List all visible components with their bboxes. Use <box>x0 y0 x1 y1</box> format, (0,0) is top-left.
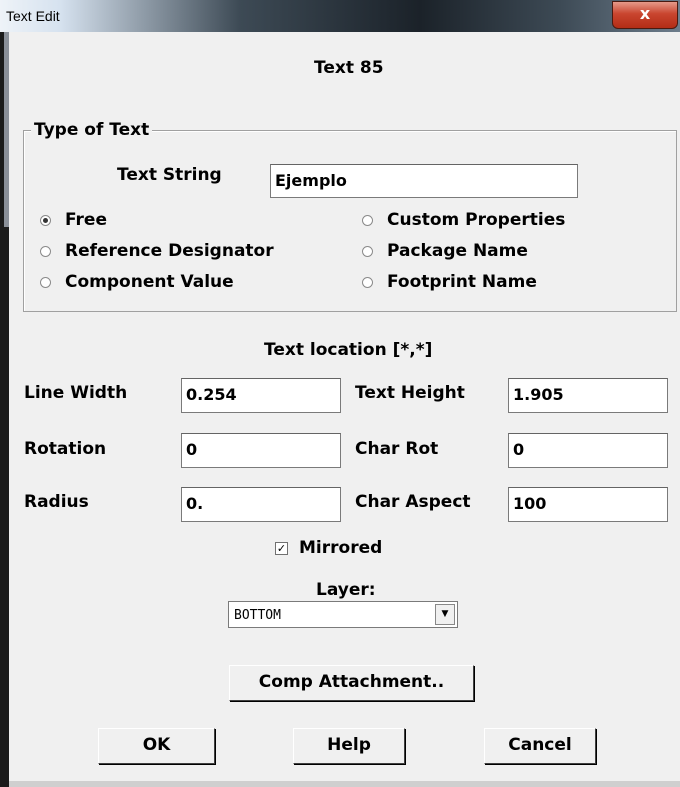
comp-attachment-button[interactable]: Comp Attachment.. <box>229 665 474 701</box>
mirrored-label: Mirrored <box>299 538 383 558</box>
window-title: Text Edit <box>6 8 60 24</box>
type-of-text-legend: Type of Text <box>31 120 153 140</box>
char-aspect-input[interactable]: 100 <box>508 487 668 522</box>
cancel-button[interactable]: Cancel <box>484 728 596 764</box>
radio-package-name-indicator[interactable] <box>362 246 373 257</box>
radio-reference-designator-indicator[interactable] <box>40 246 51 257</box>
text-location-heading: Text location [*,*] <box>264 340 433 360</box>
close-icon: x <box>639 4 651 23</box>
text-id-heading: Text 85 <box>314 58 384 78</box>
char-rot-label: Char Rot <box>355 439 439 459</box>
text-height-input[interactable]: 1.905 <box>508 378 668 413</box>
help-button[interactable]: Help <box>293 728 405 764</box>
mirrored-check-icon[interactable]: ✓ <box>275 542 288 555</box>
window-bottom-border <box>9 781 680 787</box>
radio-free-label: Free <box>65 210 107 230</box>
radio-custom-properties-label: Custom Properties <box>387 210 566 230</box>
close-button[interactable]: x <box>612 1 678 29</box>
text-string-input[interactable]: Ejemplo <box>270 164 578 198</box>
layer-selected-value: BOTTOM <box>234 608 281 623</box>
ok-button[interactable]: OK <box>98 728 215 764</box>
rotation-label: Rotation <box>24 439 107 459</box>
text-string-label: Text String <box>117 165 222 185</box>
radio-component-value-label: Component Value <box>65 272 234 292</box>
radio-custom-properties-indicator[interactable] <box>362 215 373 226</box>
title-bar <box>0 0 680 32</box>
layer-label: Layer: <box>316 580 376 600</box>
char-aspect-label: Char Aspect <box>355 492 471 512</box>
layer-select[interactable]: BOTTOM ▼ <box>228 601 458 628</box>
radio-package-name-label: Package Name <box>387 241 528 261</box>
char-rot-input[interactable]: 0 <box>508 433 668 468</box>
text-height-label: Text Height <box>355 383 465 403</box>
radio-free-indicator[interactable] <box>40 215 51 226</box>
line-width-label: Line Width <box>24 383 128 403</box>
radio-component-value-indicator[interactable] <box>40 277 51 288</box>
rotation-input[interactable]: 0 <box>181 433 341 468</box>
radio-footprint-name-indicator[interactable] <box>362 277 373 288</box>
radius-label: Radius <box>24 492 89 512</box>
chevron-down-icon[interactable]: ▼ <box>435 604 455 625</box>
radius-input[interactable]: 0. <box>181 487 341 522</box>
line-width-input[interactable]: 0.254 <box>181 378 341 413</box>
radio-reference-designator-label: Reference Designator <box>65 241 274 261</box>
radio-footprint-name-label: Footprint Name <box>387 272 537 292</box>
